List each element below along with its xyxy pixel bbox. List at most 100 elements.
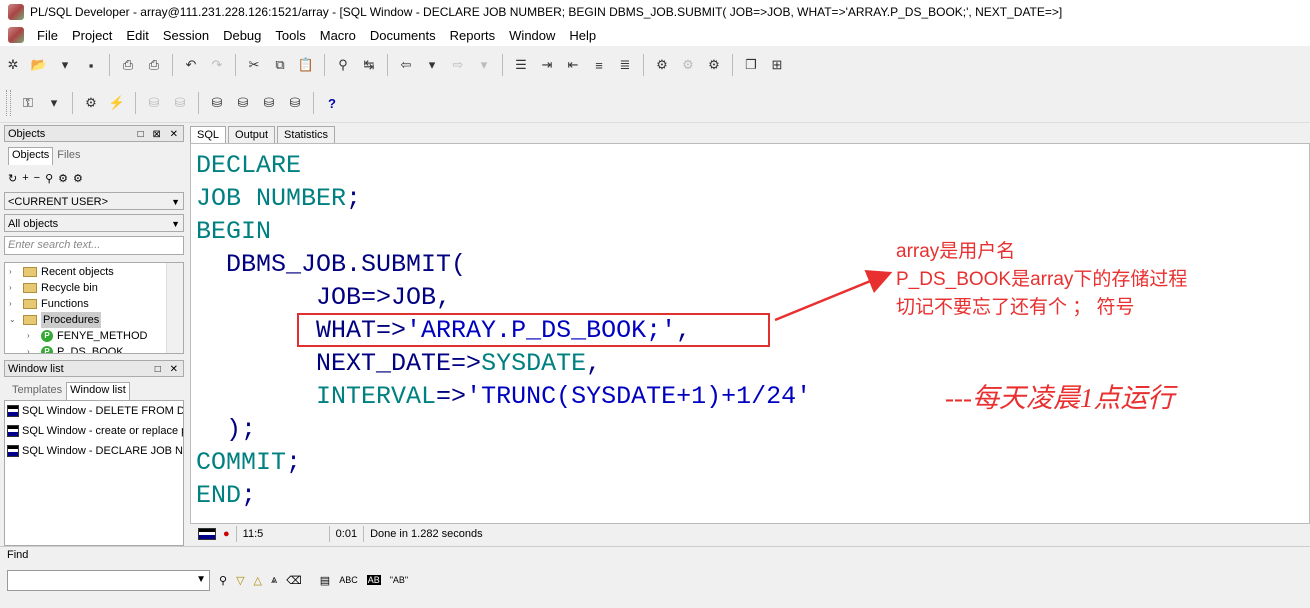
filter-edit-icon[interactable]: ⚙ (73, 172, 83, 185)
remove-icon[interactable]: − (34, 172, 40, 185)
cut-icon[interactable]: ✂ (243, 54, 265, 76)
refresh-icon[interactable]: ↻ (8, 172, 17, 185)
menu-debug[interactable]: Debug (216, 28, 268, 43)
paste-icon[interactable]: 📋 (295, 54, 317, 76)
document-icon[interactable] (8, 27, 24, 43)
execute-icon[interactable]: ⚙ (80, 92, 102, 114)
query-builder-icon[interactable]: ⚙ (651, 54, 673, 76)
toolbar-grip[interactable] (6, 90, 11, 116)
tree-item-fenye-method[interactable]: › P FENYE_METHOD (23, 328, 147, 344)
goto-icon[interactable]: ⇦ (395, 54, 417, 76)
commit-icon[interactable]: ⛁ (143, 92, 165, 114)
find-icon[interactable]: ⚲ (219, 574, 227, 587)
find-input[interactable]: ▼ (7, 569, 210, 591)
window-list-item[interactable]: SQL Window - DELETE FROM DS (5, 401, 183, 421)
redo-icon[interactable]: ↷ (206, 54, 228, 76)
print-preview-icon[interactable]: ⎙ (143, 54, 165, 76)
dropdown-arrow-icon[interactable]: ▾ (473, 54, 495, 76)
menu-macro[interactable]: Macro (313, 28, 363, 43)
code-token: JOB (391, 283, 437, 312)
panel-controls-icon[interactable]: □ ⊠ ✕ (138, 126, 181, 143)
panel-controls-icon[interactable]: □ ✕ (155, 361, 181, 378)
regex-icon[interactable]: ▤ (320, 574, 330, 587)
rollback-icon[interactable]: ⛁ (169, 92, 191, 114)
chevron-down-icon[interactable]: ▼ (171, 215, 180, 233)
menu-edit[interactable]: Edit (119, 28, 155, 43)
tree-item-functions[interactable]: › Functions (5, 296, 89, 312)
key-icon[interactable]: ⚿ (17, 92, 39, 114)
uncomment-icon[interactable]: ≣ (614, 54, 636, 76)
object-search-input[interactable]: Enter search text... (4, 236, 184, 255)
expand-icon[interactable]: › (27, 344, 37, 353)
tree-item-recent-objects[interactable]: › Recent objects (5, 264, 114, 280)
sql-db-icon[interactable]: ⛁ (232, 92, 254, 114)
add-icon[interactable]: + (22, 172, 28, 185)
tab-window-list[interactable]: Window list (66, 382, 130, 400)
comment-icon[interactable]: ≡ (588, 54, 610, 76)
expand-icon[interactable]: › (9, 264, 19, 280)
open-icon[interactable]: 📂 (28, 54, 50, 76)
print-icon[interactable]: ⎙ (117, 54, 139, 76)
find-icon[interactable]: ⚲ (332, 54, 354, 76)
explain-plan-icon[interactable]: ⚙ (677, 54, 699, 76)
help-icon[interactable]: ? (321, 92, 343, 114)
tab-output[interactable]: Output (228, 126, 276, 143)
tab-statistics[interactable]: Statistics (277, 126, 336, 143)
match-case-button[interactable]: ABC (339, 575, 358, 585)
tree-item-procedures[interactable]: ⌄ Procedures (5, 312, 102, 328)
copy-icon[interactable]: ⧉ (269, 54, 291, 76)
dropdown-arrow-icon[interactable]: ▾ (54, 54, 76, 76)
clear-icon[interactable]: ⌫ (286, 574, 302, 587)
chevron-down-icon[interactable]: ▼ (171, 193, 180, 211)
expand-icon[interactable]: › (27, 328, 37, 344)
expand-icon[interactable]: › (9, 296, 19, 312)
user-combo[interactable]: <CURRENT USER> ▼ (4, 192, 184, 210)
forward-icon[interactable]: ⇨ (447, 54, 469, 76)
undo-icon[interactable]: ↶ (180, 54, 202, 76)
db-disconnect-icon[interactable]: ⛁ (284, 92, 306, 114)
menu-tools[interactable]: Tools (268, 28, 312, 43)
filter-icon[interactable]: ⚙ (58, 172, 68, 185)
collapse-icon[interactable]: ⌄ (9, 312, 19, 328)
whole-word-button[interactable]: AB (366, 575, 381, 585)
find-icon[interactable]: ⚲ (45, 172, 53, 185)
select-all-icon[interactable]: ☰ (510, 54, 532, 76)
tab-objects[interactable]: Objects (8, 147, 54, 165)
indent-icon[interactable]: ⇥ (536, 54, 558, 76)
menu-documents[interactable]: Documents (363, 28, 443, 43)
expand-icon[interactable]: › (9, 280, 19, 296)
window-list-item[interactable]: SQL Window - create or replace pr (5, 421, 183, 441)
replace-icon[interactable]: ↹ (358, 54, 380, 76)
save-icon[interactable]: ▪ (80, 54, 102, 76)
menu-project[interactable]: Project (65, 28, 119, 43)
tree-item-recycle-bin[interactable]: › Recycle bin (5, 280, 98, 296)
tab-sql[interactable]: SQL (190, 126, 227, 143)
find-previous-icon[interactable]: △ (254, 574, 262, 587)
describe-icon[interactable]: ⚙ (703, 54, 725, 76)
tree-item-p-ds-book[interactable]: › P P_DS_BOOK (23, 344, 124, 353)
tab-files[interactable]: Files (53, 147, 84, 165)
dropdown-arrow-icon[interactable]: ▾ (421, 54, 443, 76)
highlight-icon[interactable]: ⩓ (271, 574, 277, 587)
menu-reports[interactable]: Reports (443, 28, 503, 43)
unindent-icon[interactable]: ⇤ (562, 54, 584, 76)
dropdown-arrow-icon[interactable]: ▾ (43, 92, 65, 114)
cascade-windows-icon[interactable]: ❐ (740, 54, 762, 76)
tile-windows-icon[interactable]: ⊞ (766, 54, 788, 76)
chevron-down-icon[interactable]: ▼ (196, 574, 206, 585)
code-token: ; (346, 184, 362, 213)
db-connect-icon[interactable]: ⛁ (258, 92, 280, 114)
quoted-button[interactable]: "AB" (390, 575, 408, 585)
object-filter-combo[interactable]: All objects ▼ (4, 214, 184, 232)
break-icon[interactable]: ⚡ (106, 92, 128, 114)
tree-scrollbar[interactable] (166, 263, 183, 353)
menu-window[interactable]: Window (502, 28, 562, 43)
new-icon[interactable]: ✲ (2, 54, 24, 76)
menu-help[interactable]: Help (562, 28, 603, 43)
find-next-icon[interactable]: ▽ (236, 574, 244, 587)
menu-file[interactable]: File (30, 28, 65, 43)
window-list-item[interactable]: SQL Window - DECLARE JOB NU (5, 441, 183, 461)
tab-templates[interactable]: Templates (8, 382, 66, 400)
db-icon[interactable]: ⛁ (206, 92, 228, 114)
menu-session[interactable]: Session (156, 28, 216, 43)
